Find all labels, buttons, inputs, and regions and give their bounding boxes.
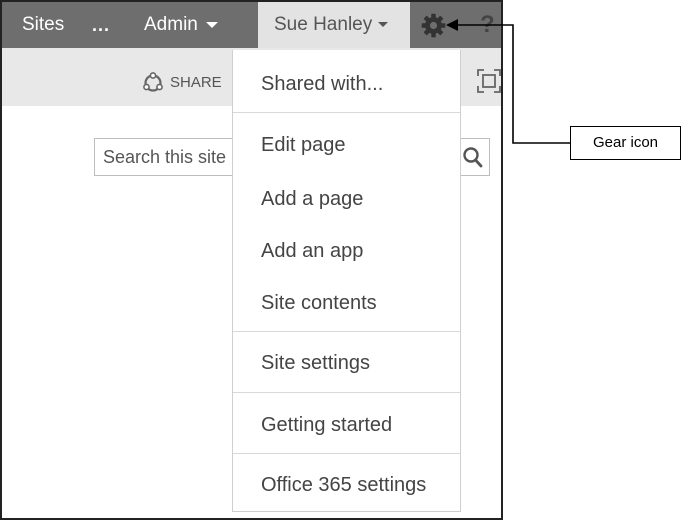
sharepoint-window: Sites ... Admin Sue Hanley ? SHARE Searc… — [0, 0, 503, 520]
menu-divider — [233, 331, 460, 332]
sites-link[interactable]: Sites — [22, 2, 64, 48]
chevron-down-icon — [378, 22, 389, 28]
search-icon[interactable] — [458, 139, 488, 175]
gear-icon-callout: Gear icon — [570, 126, 681, 160]
menu-item-office-365-settings[interactable]: Office 365 settings — [233, 461, 460, 509]
menu-divider — [233, 392, 460, 393]
more-apps-button[interactable]: ... — [92, 2, 110, 48]
search-placeholder: Search this site — [103, 147, 227, 167]
menu-item-getting-started[interactable]: Getting started — [233, 401, 460, 449]
suite-bar: Sites ... Admin Sue Hanley ? — [2, 2, 501, 48]
help-icon[interactable]: ? — [480, 2, 495, 48]
menu-item-site-settings[interactable]: Site settings — [233, 339, 460, 387]
share-button[interactable]: SHARE — [142, 70, 222, 96]
user-name: Sue Hanley — [274, 14, 373, 35]
share-label: SHARE — [170, 74, 222, 91]
menu-item-edit-page[interactable]: Edit page — [233, 121, 460, 169]
menu-item-shared-with[interactable]: Shared with... — [233, 60, 460, 108]
admin-menu[interactable]: Admin — [144, 2, 218, 48]
focus-on-content-icon[interactable] — [476, 68, 502, 94]
user-menu[interactable]: Sue Hanley — [258, 2, 410, 48]
gear-icon[interactable] — [420, 12, 447, 39]
menu-divider — [233, 112, 460, 113]
menu-item-add-an-app[interactable]: Add an app — [233, 227, 460, 275]
share-icon — [143, 72, 163, 92]
menu-item-add-a-page[interactable]: Add a page — [233, 175, 460, 223]
menu-divider — [233, 453, 460, 454]
settings-menu: Shared with... Edit page Add a page Add … — [232, 50, 461, 512]
admin-label: Admin — [144, 14, 198, 35]
chevron-down-icon — [205, 21, 218, 28]
menu-item-site-contents[interactable]: Site contents — [233, 279, 460, 327]
